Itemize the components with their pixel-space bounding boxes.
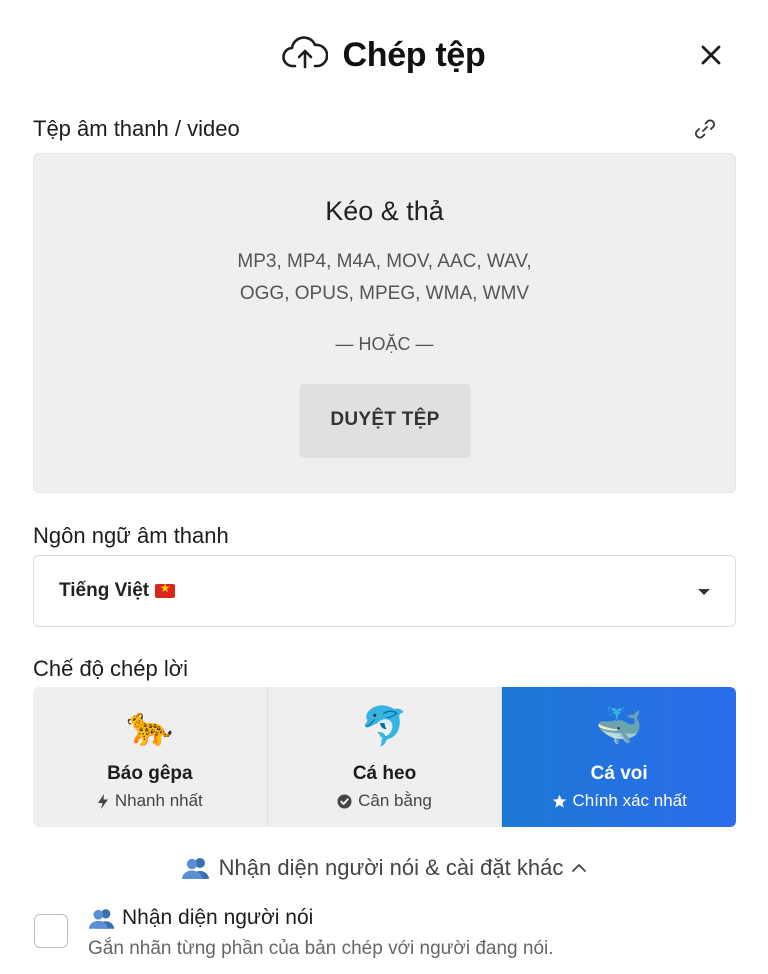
language-select-value: Tiếng Việt ★ — [59, 580, 176, 602]
mode-option-dolphin[interactable]: 🐬 Cá heo Cân bằng — [268, 687, 503, 827]
language-selected-text: Tiếng Việt — [59, 580, 150, 601]
mode-label: Chế độ chép lời — [33, 656, 189, 681]
star-icon — [552, 794, 566, 808]
title-group: Chép tệp — [0, 36, 768, 75]
whale-icon: 🐳 — [595, 706, 643, 748]
people-icon — [88, 908, 115, 929]
bolt-icon — [97, 793, 108, 809]
speaker-identification-label: Nhận diện người nói — [122, 906, 314, 929]
language-select[interactable]: Tiếng Việt ★ — [33, 555, 736, 627]
mode-subtitle: Cân bằng — [268, 791, 502, 811]
mode-subtitle-text: Nhanh nhất — [114, 791, 203, 810]
link-icon[interactable] — [692, 116, 718, 142]
file-dropzone[interactable]: Kéo & thả MP3, MP4, M4A, MOV, AAC, WAV, … — [33, 153, 736, 493]
language-label: Ngôn ngữ âm thanh — [33, 523, 229, 548]
advanced-settings-toggle[interactable]: Nhận diện người nói & cài đặt khác — [0, 855, 768, 881]
browse-files-button[interactable]: DUYỆT TỆP — [300, 384, 470, 456]
cloud-upload-icon — [282, 36, 329, 75]
mode-name: Cá voi — [590, 763, 648, 784]
dolphin-icon: 🐬 — [360, 706, 409, 748]
formats-line-1: MP3, MP4, M4A, MOV, AAC, WAV, — [237, 251, 532, 272]
mode-subtitle-text: Cân bằng — [358, 791, 432, 810]
chevron-down-icon — [698, 589, 710, 595]
transcription-mode-selector: 🐆 Báo gêpa Nhanh nhất 🐬 Cá heo Cân bằng … — [33, 687, 736, 827]
mode-subtitle: Nhanh nhất — [33, 791, 267, 811]
dropzone-title: Kéo & thả — [325, 196, 444, 226]
mode-subtitle-text: Chính xác nhất — [572, 791, 687, 810]
mode-name: Báo gêpa — [107, 763, 193, 784]
cheetah-icon: 🐆 — [126, 706, 174, 748]
mode-name: Cá heo — [352, 763, 417, 784]
supported-formats: MP3, MP4, M4A, MOV, AAC, WAV, OGG, OPUS,… — [34, 246, 735, 310]
formats-line-2: OGG, OPUS, MPEG, WMA, WMV — [239, 283, 530, 304]
chevron-up-icon — [572, 864, 587, 872]
speaker-identification-checkbox[interactable] — [34, 914, 68, 948]
speaker-identification-title: Nhận diện người nói — [88, 906, 313, 930]
vietnam-flag-icon: ★ — [155, 581, 176, 598]
check-circle-icon — [337, 794, 352, 808]
speaker-identification-description: Gắn nhãn từng phần của bản chép với ngườ… — [88, 938, 554, 959]
file-section-label: Tệp âm thanh / video — [33, 116, 240, 141]
mode-subtitle: Chính xác nhất — [502, 791, 736, 811]
advanced-settings-label: Nhận diện người nói & cài đặt khác — [218, 855, 564, 880]
mode-option-whale[interactable]: 🐳 Cá voi Chính xác nhất — [502, 687, 736, 827]
mode-option-cheetah[interactable]: 🐆 Báo gêpa Nhanh nhất — [33, 687, 268, 827]
people-icon — [181, 858, 209, 879]
close-button[interactable] — [696, 40, 726, 70]
header: Chép tệp — [0, 28, 768, 88]
page-title: Chép tệp — [342, 36, 486, 74]
or-divider: — HOẶC — — [335, 334, 434, 354]
close-icon — [701, 45, 721, 65]
